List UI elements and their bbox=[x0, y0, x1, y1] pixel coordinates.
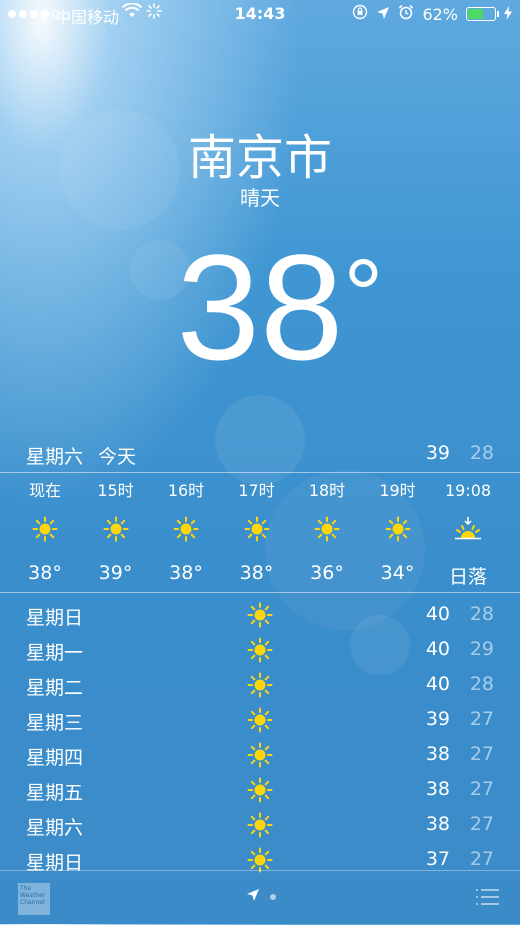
sun-icon bbox=[247, 602, 273, 633]
hourly-item: 16时 38° bbox=[151, 480, 221, 584]
bottom-toolbar: The Weather Channel bbox=[0, 870, 520, 925]
daily-low: 28 bbox=[469, 673, 494, 695]
hourly-time: 19:08 bbox=[444, 481, 492, 500]
daily-row: 星期一 40 29 bbox=[0, 633, 520, 668]
hourly-temperature: 38° bbox=[28, 562, 62, 584]
hourly-item: 现在 38° bbox=[10, 480, 80, 584]
hourly-time: 17时 bbox=[238, 481, 275, 500]
hourly-temperature: 39° bbox=[98, 562, 133, 584]
daily-low: 27 bbox=[469, 743, 494, 765]
degree-symbol: ° bbox=[343, 239, 384, 351]
charging-bolt-icon bbox=[504, 5, 512, 24]
daily-high: 37 bbox=[425, 848, 450, 870]
today-label: 今天 bbox=[98, 446, 137, 468]
divider bbox=[0, 472, 520, 473]
sun-icon bbox=[247, 707, 273, 738]
daily-high: 40 bbox=[425, 638, 450, 660]
temperature-value: 38 bbox=[176, 223, 344, 391]
daily-high: 39 bbox=[425, 708, 450, 730]
sun-icon bbox=[151, 502, 221, 556]
sun-icon bbox=[81, 502, 151, 556]
daily-day: 星期日 bbox=[26, 607, 84, 629]
daily-high: 38 bbox=[425, 778, 450, 800]
hourly-temperature: 38° bbox=[169, 562, 203, 584]
sun-icon bbox=[292, 502, 362, 556]
daily-low: 27 bbox=[469, 708, 494, 730]
daily-day: 星期二 bbox=[26, 677, 84, 699]
daily-row: 星期四 38 27 bbox=[0, 738, 520, 773]
daily-row: 星期三 39 27 bbox=[0, 703, 520, 738]
hourly-temperature: 日落 bbox=[448, 566, 487, 588]
hourly-item: 19时 34° bbox=[363, 480, 433, 584]
weather-condition: 晴天 bbox=[240, 186, 280, 210]
daily-high: 40 bbox=[425, 673, 450, 695]
hourly-temperature: 36° bbox=[310, 562, 344, 584]
daily-row: 星期日 40 28 bbox=[0, 598, 520, 633]
daily-low: 27 bbox=[469, 848, 494, 870]
battery-icon bbox=[466, 7, 499, 21]
hourly-time: 19时 bbox=[379, 481, 416, 500]
location-arrow-icon bbox=[376, 5, 390, 24]
status-bar: 中国移动 14:43 62% bbox=[0, 0, 520, 28]
daily-low: 28 bbox=[469, 603, 494, 625]
sun-icon bbox=[10, 502, 80, 556]
daily-day: 星期四 bbox=[26, 747, 84, 769]
divider bbox=[0, 592, 520, 593]
current-temperature: 38 ° bbox=[0, 222, 520, 392]
hourly-item: 18时 36° bbox=[292, 480, 362, 584]
today-high: 39 bbox=[425, 442, 450, 464]
battery-percentage: 62% bbox=[422, 4, 458, 24]
daily-forecast[interactable]: 星期日 40 28 星期一 40 29 星期二 40 28 星期三 39 27 星期四 38 27 星期五 38… bbox=[0, 598, 520, 878]
daily-low: 27 bbox=[469, 778, 494, 800]
daily-day: 星期六 bbox=[26, 817, 84, 839]
sun-icon bbox=[247, 672, 273, 703]
hourly-item: 15时 39° bbox=[81, 480, 151, 584]
sun-icon bbox=[222, 502, 292, 556]
daily-row: 星期六 38 27 bbox=[0, 808, 520, 843]
hourly-time: 15时 bbox=[97, 481, 134, 500]
sun-icon bbox=[247, 637, 273, 668]
current-location-icon[interactable] bbox=[246, 887, 260, 906]
hourly-item: 19:08 日落 bbox=[433, 480, 503, 589]
sunset-icon bbox=[433, 502, 503, 556]
sun-icon bbox=[247, 812, 273, 843]
daily-low: 29 bbox=[469, 638, 494, 660]
hourly-item: 17时 38° bbox=[222, 480, 292, 584]
today-summary: 星期六 今天 39 28 bbox=[0, 438, 520, 472]
daily-high: 38 bbox=[425, 813, 450, 835]
daily-row: 星期五 38 27 bbox=[0, 773, 520, 808]
daily-low: 27 bbox=[469, 813, 494, 835]
daily-day: 星期一 bbox=[26, 642, 84, 664]
sun-icon bbox=[363, 502, 433, 556]
sun-icon bbox=[247, 777, 273, 808]
daily-day: 星期三 bbox=[26, 712, 84, 734]
daily-day: 星期五 bbox=[26, 782, 84, 804]
sun-icon bbox=[247, 742, 273, 773]
hourly-time: 18时 bbox=[308, 481, 346, 500]
today-day: 星期六 bbox=[26, 446, 84, 468]
hourly-time: 16时 bbox=[167, 481, 205, 500]
daily-high: 40 bbox=[425, 603, 450, 625]
city-list-icon[interactable] bbox=[474, 887, 500, 911]
daily-high: 38 bbox=[425, 743, 450, 765]
city-name: 南京市 bbox=[187, 130, 332, 186]
alarm-icon bbox=[398, 4, 414, 24]
today-low: 28 bbox=[469, 442, 494, 464]
weather-channel-logo[interactable]: The Weather Channel bbox=[18, 883, 50, 915]
hourly-forecast[interactable]: 现在 38° 15时 39° 16时 38° 17时 38° 18时 36° 19时 34° 19:08… bbox=[10, 480, 510, 590]
weather-channel-logo-text: The Weather Channel bbox=[20, 885, 46, 906]
page-indicator-dot[interactable] bbox=[270, 893, 276, 900]
hourly-temperature: 38° bbox=[239, 562, 274, 584]
daily-row: 星期二 40 28 bbox=[0, 668, 520, 703]
hourly-temperature: 34° bbox=[380, 562, 415, 584]
hourly-time: 现在 bbox=[28, 481, 61, 500]
orientation-lock-icon bbox=[352, 4, 368, 24]
